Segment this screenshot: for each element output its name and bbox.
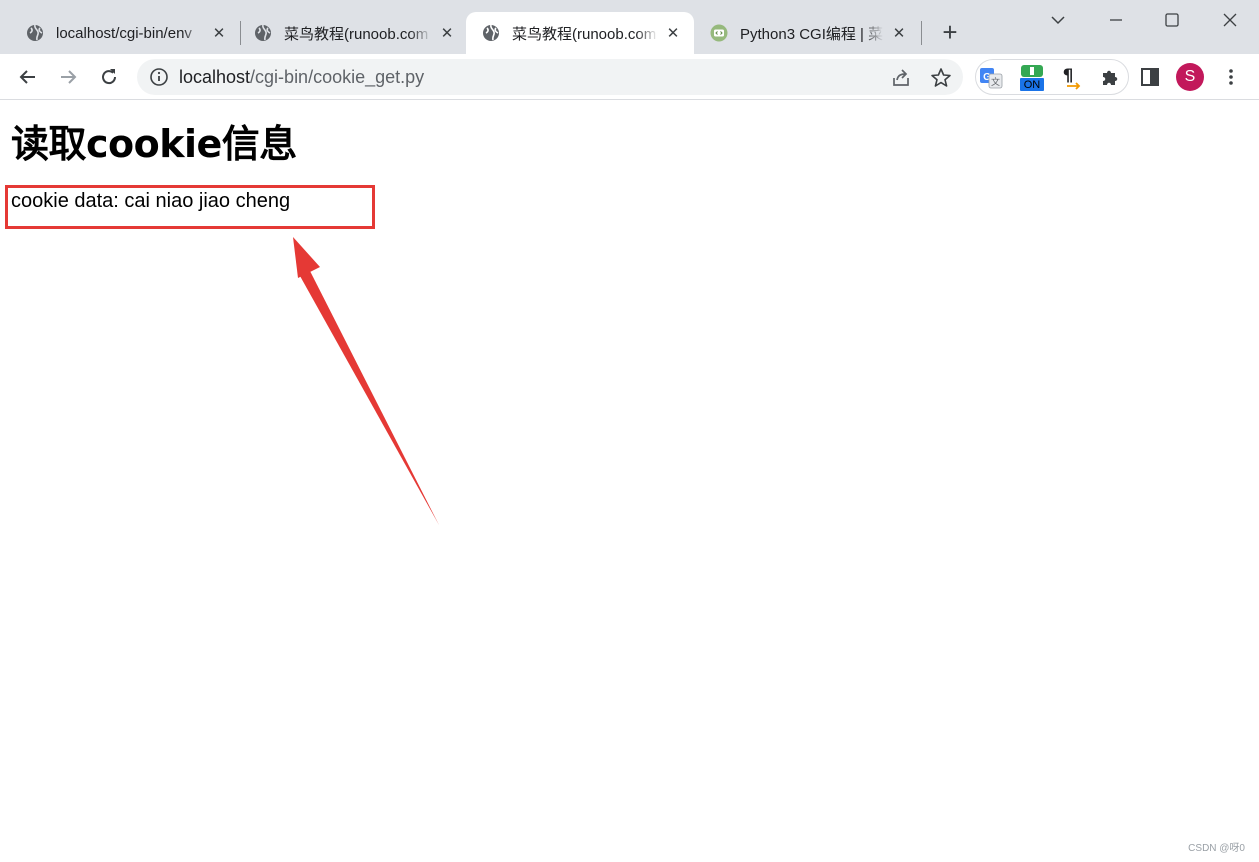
globe-icon — [26, 24, 44, 42]
arrow-left-icon — [19, 70, 35, 84]
tab-1[interactable]: localhost/cgi-bin/env ✕ — [0, 12, 240, 54]
close-icon[interactable]: ✕ — [438, 24, 456, 42]
maximize-button[interactable] — [1144, 0, 1200, 40]
minimize-button[interactable] — [1088, 0, 1144, 40]
pilcrow-extension-icon[interactable]: ¶ — [1058, 65, 1084, 91]
more-vert-icon — [1229, 69, 1233, 85]
globe-icon — [254, 24, 272, 42]
puzzle-icon[interactable] — [1097, 65, 1123, 91]
tab-title: localhost/cgi-bin/env — [56, 24, 192, 42]
svg-text:¶: ¶ — [1063, 66, 1074, 86]
tab-strip: localhost/cgi-bin/env ✕ 菜鸟教程(runoob.com … — [0, 0, 1259, 54]
tab-3-active[interactable]: 菜鸟教程(runoob.com ✕ — [466, 12, 694, 54]
chevron-down-icon — [1051, 16, 1065, 25]
new-tab-button[interactable]: + — [936, 17, 964, 47]
google-translate-icon[interactable]: G文 — [978, 65, 1004, 91]
avatar[interactable]: S — [1176, 63, 1204, 91]
close-icon[interactable]: ✕ — [210, 24, 228, 42]
browser-toolbar: localhost/cgi-bin/cookie_get.py G文 ON ¶ … — [0, 54, 1259, 100]
annotation-arrow — [293, 237, 439, 525]
close-icon — [1223, 13, 1237, 27]
arrow-right-icon — [61, 70, 77, 84]
address-bar[interactable]: localhost/cgi-bin/cookie_get.py — [137, 59, 963, 95]
page-content: 读取cookie信息 cookie data: cai niao jiao ch… — [0, 101, 1259, 862]
maximize-icon — [1165, 13, 1179, 27]
svg-text:文: 文 — [991, 76, 1000, 88]
tab-title: Python3 CGI编程 | 菜鸟 — [740, 25, 884, 43]
tab-2[interactable]: 菜鸟教程(runoob.com ✕ — [228, 12, 468, 54]
reload-icon — [102, 69, 117, 85]
tab-title: 菜鸟教程(runoob.com — [512, 25, 657, 43]
close-icon[interactable]: ✕ — [890, 24, 908, 42]
runoob-icon — [710, 24, 728, 42]
toggle-extension-icon[interactable]: ON — [1017, 65, 1047, 91]
globe-icon — [482, 24, 500, 42]
star-icon[interactable] — [929, 66, 953, 90]
tab-4[interactable]: Python3 CGI编程 | 菜鸟 ✕ — [694, 12, 920, 54]
tab-title: 菜鸟教程(runoob.com — [284, 25, 429, 43]
side-panel-button[interactable] — [1134, 61, 1166, 93]
share-icon[interactable] — [889, 66, 913, 90]
minimize-icon — [1110, 19, 1122, 21]
url-host: localhost — [179, 67, 251, 87]
extensions-group: G文 ON ¶ — [975, 59, 1129, 95]
tab-separator — [921, 21, 922, 45]
watermark: CSDN @呀0 — [1188, 843, 1245, 854]
menu-button[interactable] — [1215, 61, 1247, 93]
toggle-badge: ON — [1023, 79, 1041, 91]
tab-search-button[interactable] — [1030, 0, 1086, 40]
close-window-button[interactable] — [1202, 0, 1258, 40]
forward-button[interactable] — [52, 61, 84, 93]
url-path: /cgi-bin/cookie_get.py — [250, 67, 425, 87]
url-text[interactable]: localhost/cgi-bin/cookie_get.py — [179, 59, 424, 95]
side-panel-icon — [1141, 68, 1159, 86]
info-icon[interactable] — [149, 67, 169, 87]
back-button[interactable] — [12, 61, 44, 93]
reload-button[interactable] — [93, 61, 125, 93]
close-icon[interactable]: ✕ — [664, 24, 682, 42]
